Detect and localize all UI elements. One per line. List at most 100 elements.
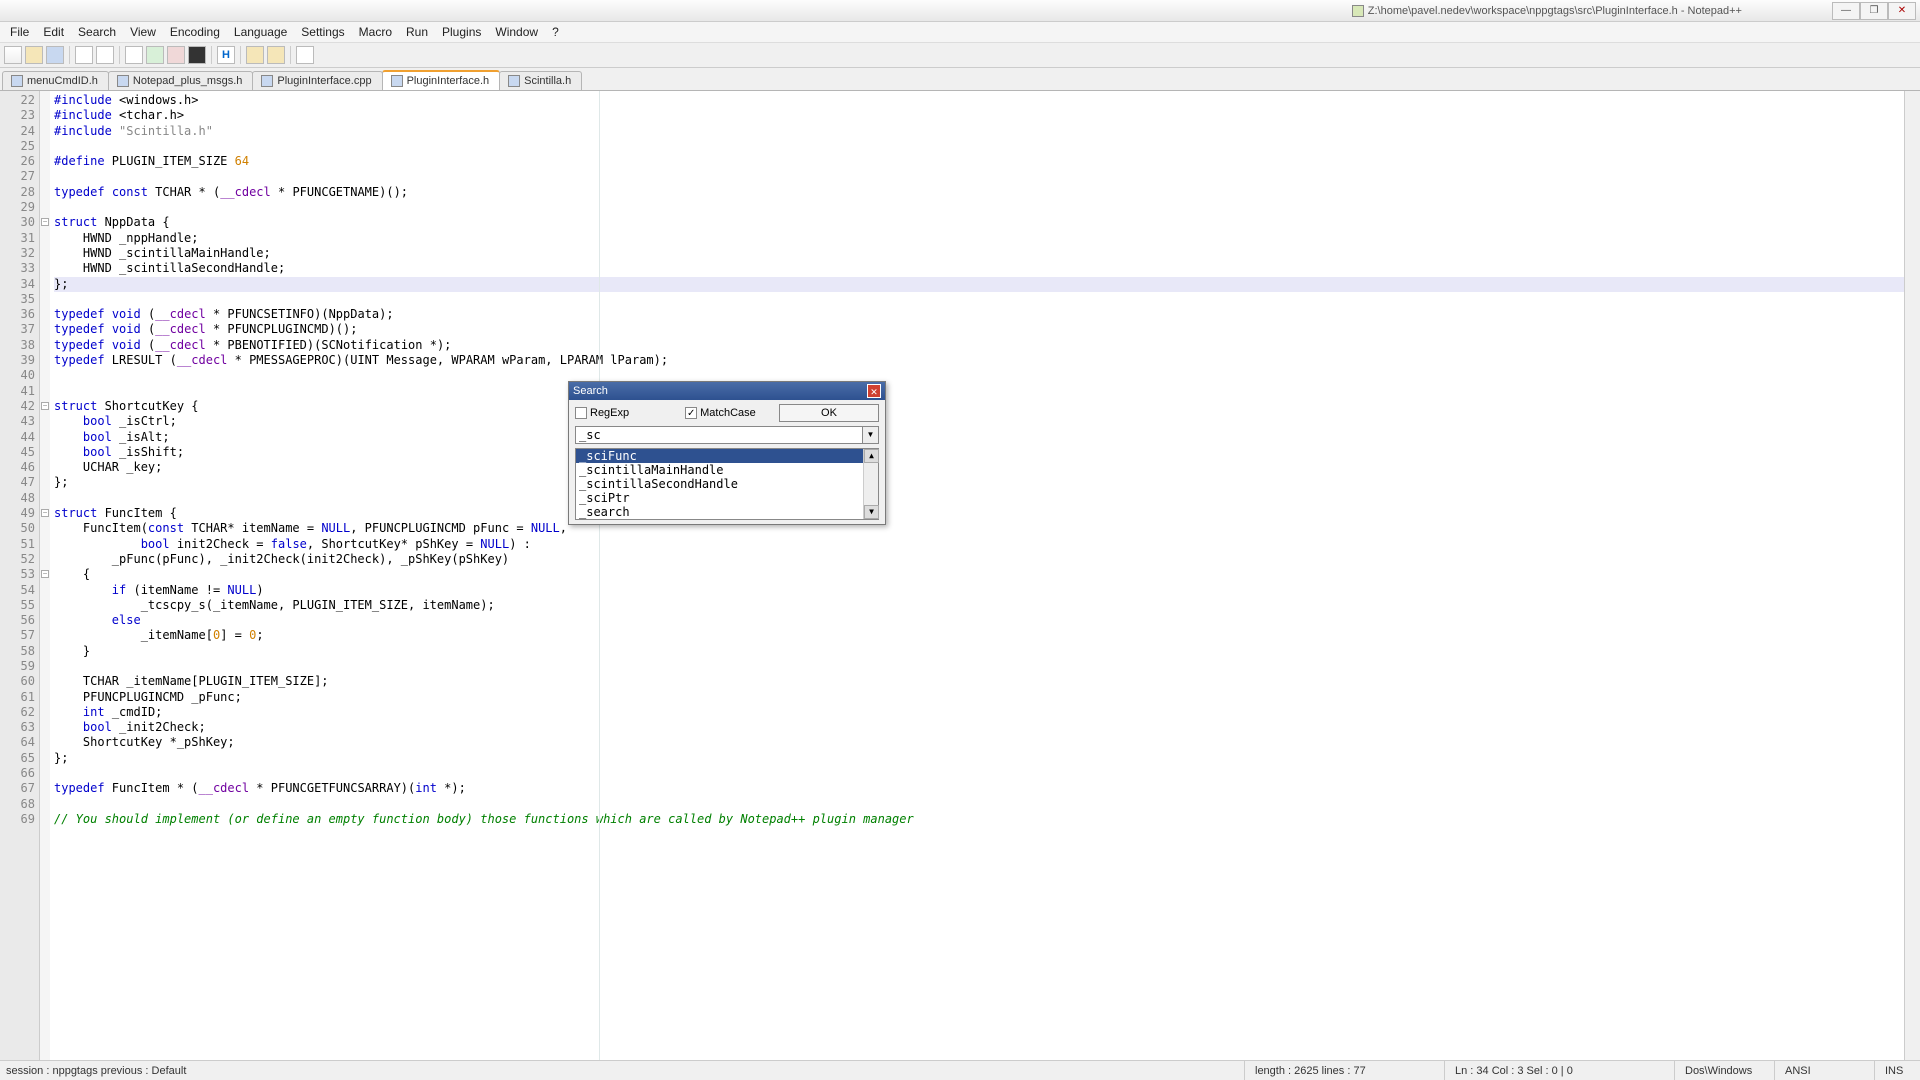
code-line[interactable]: }; [54,475,1904,490]
code-line[interactable]: TCHAR _itemName[PLUGIN_ITEM_SIZE]; [54,674,1904,689]
minimize-button[interactable]: — [1832,2,1860,20]
matchcase-checkbox[interactable]: MatchCase [685,407,756,419]
code-line[interactable] [54,797,1904,812]
code-line[interactable] [54,200,1904,215]
code-line[interactable]: bool _isAlt; [54,430,1904,445]
code-line[interactable]: }; [54,277,1904,292]
menu-file[interactable]: File [4,23,35,41]
close-button[interactable]: ✕ [1888,2,1916,20]
code-area[interactable]: #include <windows.h>#include <tchar.h>#i… [50,91,1904,1060]
code-line[interactable]: bool _isCtrl; [54,414,1904,429]
search-close-button[interactable]: ✕ [867,384,881,398]
menu-?[interactable]: ? [546,23,565,41]
cut-button[interactable] [75,46,93,64]
code-line[interactable]: _itemName[0] = 0; [54,628,1904,643]
code-line[interactable]: typedef LRESULT (__cdecl * PMESSAGEPROC)… [54,353,1904,368]
menu-language[interactable]: Language [228,23,293,41]
scroll-down-icon[interactable]: ▼ [864,505,879,519]
code-line[interactable]: // You should implement (or define an em… [54,812,1904,827]
code-line[interactable]: typedef void (__cdecl * PBENOTIFIED)(SCN… [54,338,1904,353]
code-line[interactable] [54,139,1904,154]
scroll-up-icon[interactable]: ▲ [864,449,879,463]
code-line[interactable]: { [54,567,1904,582]
header-button[interactable]: H [217,46,235,64]
dropdown-item[interactable]: _scintillaSecondHandle [576,477,878,491]
regexp-checkbox[interactable]: RegExp [575,407,629,419]
code-line[interactable]: int _cmdID; [54,705,1904,720]
menu-settings[interactable]: Settings [295,23,350,41]
code-line[interactable]: else [54,613,1904,628]
tab-plugininterface-h[interactable]: PluginInterface.h [382,70,501,90]
search-dropdown[interactable]: _sciFunc_scintillaMainHandle_scintillaSe… [575,448,879,520]
fold-toggle[interactable]: − [41,570,49,578]
code-line[interactable]: struct NppData { [54,215,1904,230]
paste-button[interactable] [125,46,143,64]
code-line[interactable]: bool _isShift; [54,445,1904,460]
code-line[interactable]: }; [54,751,1904,766]
menu-macro[interactable]: Macro [353,23,398,41]
dropdown-item[interactable]: _scintillaMainHandle [576,463,878,477]
code-line[interactable] [54,169,1904,184]
zoom-button[interactable] [296,46,314,64]
code-line[interactable]: _pFunc(pFunc), _init2Check(init2Check), … [54,552,1904,567]
tab-plugininterface-cpp[interactable]: PluginInterface.cpp [252,71,382,90]
search-input[interactable] [575,426,863,444]
code-line[interactable]: #define PLUGIN_ITEM_SIZE 64 [54,154,1904,169]
code-line[interactable]: ShortcutKey *_pShKey; [54,735,1904,750]
code-line[interactable] [54,491,1904,506]
menu-view[interactable]: View [124,23,162,41]
search-titlebar[interactable]: Search ✕ [569,382,885,400]
open-file-button[interactable] [25,46,43,64]
code-line[interactable]: typedef FuncItem * (__cdecl * PFUNCGETFU… [54,781,1904,796]
new-file-button[interactable] [4,46,22,64]
code-line[interactable]: if (itemName != NULL) [54,583,1904,598]
toggle-button[interactable] [188,46,206,64]
fold-toggle[interactable]: − [41,218,49,226]
menu-plugins[interactable]: Plugins [436,23,487,41]
code-line[interactable] [54,766,1904,781]
fold-toggle[interactable]: − [41,402,49,410]
code-line[interactable]: } [54,644,1904,659]
menu-window[interactable]: Window [489,23,544,41]
maximize-button[interactable]: ❐ [1860,2,1888,20]
undo-button[interactable] [146,46,164,64]
code-line[interactable]: UCHAR _key; [54,460,1904,475]
dropdown-item[interactable]: _search [576,505,878,519]
fold-gutter[interactable]: −−−− [40,91,50,1060]
code-line[interactable]: bool _init2Check; [54,720,1904,735]
code-line[interactable]: #include <windows.h> [54,93,1904,108]
dropdown-item[interactable]: _sciFunc [576,449,878,463]
tab-notepad_plus_msgs-h[interactable]: Notepad_plus_msgs.h [108,71,253,90]
code-line[interactable]: typedef void (__cdecl * PFUNCSETINFO)(Np… [54,307,1904,322]
code-line[interactable]: typedef void (__cdecl * PFUNCPLUGINCMD)(… [54,322,1904,337]
code-line[interactable]: _tcscpy_s(_itemName, PLUGIN_ITEM_SIZE, i… [54,598,1904,613]
search-dropdown-button[interactable]: ▼ [863,426,879,444]
editor[interactable]: 2223242526272829303132333435363738394041… [0,90,1920,1060]
code-line[interactable]: PFUNCPLUGINCMD _pFunc; [54,690,1904,705]
code-line[interactable] [54,368,1904,383]
code-line[interactable]: bool init2Check = false, ShortcutKey* pS… [54,537,1904,552]
code-line[interactable]: FuncItem(const TCHAR* itemName = NULL, P… [54,521,1904,536]
tab-menucmdid-h[interactable]: menuCmdID.h [2,71,109,90]
code-line[interactable] [54,659,1904,674]
code-line[interactable]: HWND _nppHandle; [54,231,1904,246]
code-line[interactable]: HWND _scintillaMainHandle; [54,246,1904,261]
code-line[interactable]: struct FuncItem { [54,506,1904,521]
folder2-button[interactable] [267,46,285,64]
folder-button[interactable] [246,46,264,64]
vertical-scrollbar[interactable] [1904,91,1920,1060]
menu-encoding[interactable]: Encoding [164,23,226,41]
dropdown-item[interactable]: _sciPtr [576,491,878,505]
tab-scintilla-h[interactable]: Scintilla.h [499,71,582,90]
redo-button[interactable] [167,46,185,64]
code-line[interactable]: struct ShortcutKey { [54,399,1904,414]
code-line[interactable]: #include <tchar.h> [54,108,1904,123]
code-line[interactable] [54,292,1904,307]
code-line[interactable]: typedef const TCHAR * (__cdecl * PFUNCGE… [54,185,1904,200]
code-line[interactable]: HWND _scintillaSecondHandle; [54,261,1904,276]
copy-button[interactable] [96,46,114,64]
menu-search[interactable]: Search [72,23,122,41]
code-line[interactable] [54,384,1904,399]
ok-button[interactable]: OK [779,404,879,422]
menu-run[interactable]: Run [400,23,434,41]
